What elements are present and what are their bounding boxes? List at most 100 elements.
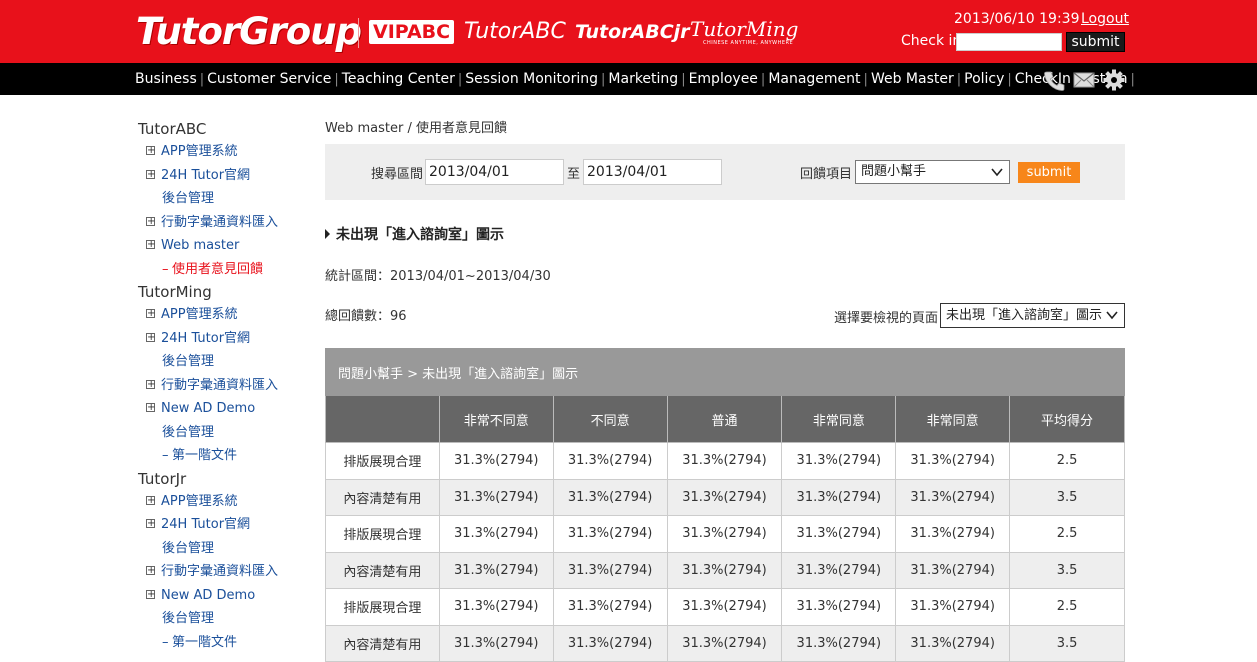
- expand-plus-icon[interactable]: +: [146, 379, 155, 389]
- stat-range: 統計區間：2013/04/01~2013/04/30: [325, 269, 551, 284]
- sidebar-item[interactable]: 後台管理: [138, 607, 318, 631]
- table-cell: 31.3%(2794): [552, 551, 668, 589]
- sidebar-item[interactable]: 後台管理: [138, 421, 318, 445]
- sidebar-group-title[interactable]: TutorJr: [138, 468, 318, 490]
- table-row: 排版展現合理 31.3%(2794) 31.3%(2794) 31.3%(2794) 3…: [325, 442, 1125, 480]
- table-header-cell: 不同意: [552, 395, 668, 443]
- nav-item-session-monitoring[interactable]: Session Monitoring: [465, 71, 598, 87]
- sidebar-item[interactable]: + Web master: [138, 234, 318, 258]
- breadcrumb: Web master / 使用者意見回饋: [325, 121, 507, 136]
- table-row: 內容清楚有用 31.3%(2794) 31.3%(2794) 31.3%(2794) 3…: [325, 551, 1125, 589]
- sidebar-item[interactable]: 第一階文件: [138, 631, 318, 655]
- expand-plus-icon[interactable]: +: [146, 589, 155, 599]
- date-from-input[interactable]: 2013/04/01: [425, 159, 564, 185]
- main-nav: Business | Customer Service | Teaching Cente…: [135, 63, 1138, 95]
- sidebar-group-title[interactable]: TutorMing: [138, 281, 318, 303]
- nav-item-business[interactable]: Business: [135, 71, 197, 87]
- sidebar-item[interactable]: 後台管理: [138, 537, 318, 561]
- sidebar-item[interactable]: + 行動字彙通資料匯入: [138, 374, 318, 398]
- sidebar-item-label: APP管理系統: [161, 144, 238, 159]
- vipabc-logo[interactable]: VIPABC: [369, 20, 455, 44]
- nav-item-employee[interactable]: Employee: [689, 71, 758, 87]
- sidebar-item[interactable]: + 行動字彙通資料匯入: [138, 211, 318, 235]
- sidebar-item[interactable]: 使用者意見回饋: [138, 258, 318, 282]
- section-title-text: 未出現「進入諮詢室」圖示: [336, 227, 504, 243]
- chevron-down-icon: [991, 168, 1003, 177]
- expand-plus-icon[interactable]: +: [146, 519, 155, 529]
- feedback-item-select[interactable]: 問題小幫手: [855, 160, 1010, 184]
- row-label-cell: 排版展現合理: [325, 588, 440, 626]
- sidebar-item[interactable]: + APP管理系統: [138, 140, 318, 164]
- table-cell: 2.5: [1009, 442, 1125, 480]
- nav-item-web-master[interactable]: Web Master: [871, 71, 954, 87]
- sidebar-item[interactable]: + APP管理系統: [138, 490, 318, 514]
- table-cell: 31.3%(2794): [552, 442, 668, 480]
- sidebar-item[interactable]: + APP管理系統: [138, 303, 318, 327]
- checkin-input[interactable]: [956, 33, 1062, 51]
- logout-link[interactable]: Logout: [1081, 11, 1129, 27]
- tutorgroup-logo[interactable]: TutorGroup: [136, 8, 362, 56]
- checkin-submit-button[interactable]: submit: [1066, 32, 1125, 52]
- row-label-cell: 內容清楚有用: [325, 551, 440, 589]
- sidebar-item-label: 24H Tutor官網: [161, 167, 251, 183]
- row-label-cell: 內容清楚有用: [325, 478, 440, 516]
- view-page-value: 未出現「進入諮詢室」圖示: [946, 308, 1103, 323]
- sidebar-item[interactable]: +24H Tutor官網: [138, 164, 318, 188]
- expand-plus-icon[interactable]: +: [146, 403, 155, 413]
- table-cell: 31.3%(2794): [666, 478, 783, 516]
- expand-plus-icon[interactable]: +: [146, 169, 155, 179]
- expand-plus-icon[interactable]: +: [146, 240, 155, 250]
- sidebar-item[interactable]: + New AD Demo: [138, 397, 318, 421]
- sidebar-group-title[interactable]: TutorABC: [138, 118, 318, 140]
- current-datetime: 2013/06/10 19:39: [954, 11, 1080, 27]
- expand-plus-icon[interactable]: +: [146, 495, 155, 505]
- expand-plus-icon[interactable]: +: [146, 566, 155, 576]
- search-submit-button[interactable]: submit: [1018, 162, 1080, 183]
- expand-plus-icon[interactable]: +: [146, 146, 155, 156]
- table-cell: 31.3%(2794): [895, 624, 1011, 662]
- expand-plus-icon[interactable]: +: [146, 332, 155, 342]
- expand-plus-icon[interactable]: +: [146, 309, 155, 319]
- sidebar-item[interactable]: 後台管理: [138, 350, 318, 374]
- sidebar: TutorABC + APP管理系統 +24H Tutor官網 後台管理 + 行動字彙通資料…: [138, 118, 318, 654]
- nav-item-customer-service[interactable]: Customer Service: [207, 71, 331, 87]
- gear-icon[interactable]: [1103, 69, 1125, 91]
- nav-item-management[interactable]: Management: [768, 71, 860, 87]
- mail-icon[interactable]: [1073, 71, 1095, 89]
- sidebar-item[interactable]: +24H Tutor官網: [138, 327, 318, 351]
- nav-item-policy[interactable]: Policy: [964, 71, 1004, 87]
- sidebar-item[interactable]: 第一階文件: [138, 444, 318, 468]
- view-page-select[interactable]: 未出現「進入諮詢室」圖示: [940, 303, 1125, 328]
- logo-divider: [358, 18, 359, 48]
- nav-item-teaching-center[interactable]: Teaching Center: [342, 71, 455, 87]
- nav-icons: [1043, 69, 1125, 91]
- table-header-cell: 非常同意: [781, 395, 897, 443]
- table-cell: 31.3%(2794): [552, 515, 668, 553]
- sidebar-item-label: 後台管理: [162, 191, 215, 206]
- sidebar-item-label: 行動字彙通資料匯入: [161, 377, 279, 393]
- sidebar-item[interactable]: +24H Tutor官網: [138, 513, 318, 537]
- sidebar-item[interactable]: + 行動字彙通資料匯入: [138, 560, 318, 584]
- date-to-input[interactable]: 2013/04/01: [583, 159, 722, 185]
- nav-item-marketing[interactable]: Marketing: [608, 71, 678, 87]
- table-cell: 31.3%(2794): [438, 588, 554, 626]
- sidebar-item[interactable]: 後台管理: [138, 187, 318, 211]
- expand-plus-icon[interactable]: +: [146, 216, 155, 226]
- nav-separator: |: [1130, 71, 1135, 87]
- table-row: 排版展現合理 31.3%(2794) 31.3%(2794) 31.3%(2794) 3…: [325, 588, 1125, 626]
- table-cell: 31.3%(2794): [666, 515, 783, 553]
- sidebar-item-label: 後台管理: [162, 611, 215, 626]
- tutorabc-logo[interactable]: TutorABC: [464, 15, 566, 49]
- nav-separator: |: [760, 71, 766, 87]
- nav-separator: |: [956, 71, 962, 87]
- table-cell: 31.3%(2794): [438, 551, 554, 589]
- feedback-item-label: 回饋項目: [800, 167, 853, 182]
- phone-icon[interactable]: [1043, 69, 1065, 91]
- sidebar-item-label: 後台管理: [162, 540, 215, 556]
- sidebar-item[interactable]: + New AD Demo: [138, 584, 318, 608]
- table-header-cell: 普通: [666, 395, 783, 443]
- header-bar: TutorGroup VIPABC TutorABC TutorABCjr Tu…: [0, 0, 1257, 63]
- table-cell: 3.5: [1009, 624, 1125, 662]
- tutorabcjr-logo[interactable]: TutorABCjr: [575, 15, 690, 49]
- nav-separator: |: [601, 71, 606, 87]
